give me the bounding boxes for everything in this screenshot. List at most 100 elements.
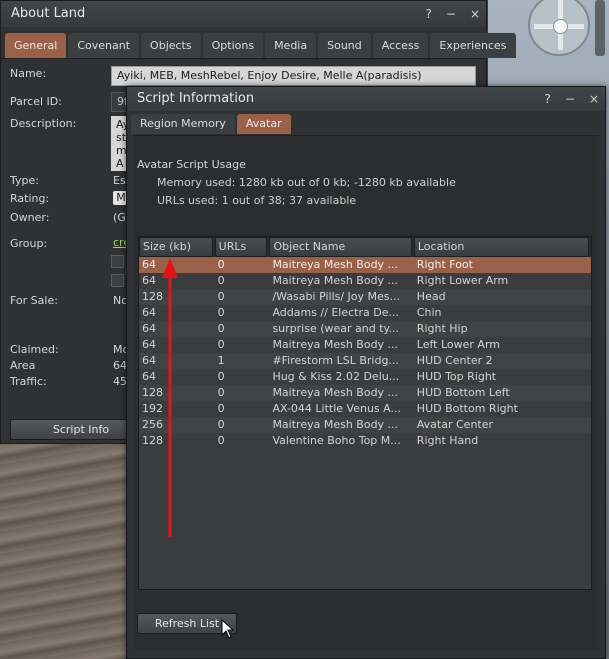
urls-cell: 0: [217, 386, 225, 399]
urls-cell: 0: [217, 306, 225, 319]
location-cell: Head: [416, 290, 446, 303]
name-label: Name:: [10, 67, 47, 80]
traffic-label: Traffic:: [10, 375, 47, 388]
parcel-id-label: Parcel ID:: [10, 95, 62, 108]
parcel-name-field[interactable]: Ayiki, MEB, MeshRebel, Enjoy Desire, Mel…: [111, 66, 476, 86]
object-name-cell: /Wasabi Pills/ Joy Mes...: [272, 290, 401, 303]
column-location-header[interactable]: Location: [413, 237, 590, 257]
minimize-icon[interactable]: −: [446, 1, 456, 27]
object-name-cell: surprise (wear and ty...: [272, 322, 399, 335]
table-row[interactable]: 64 0 Maitreya Mesh Body ... Right Lower …: [139, 273, 591, 289]
table-row[interactable]: 128 0 Maitreya Mesh Body ... HUD Bottom …: [139, 385, 591, 401]
traffic-value: 45: [113, 375, 127, 388]
tab-avatar[interactable]: Avatar: [236, 114, 291, 134]
urls-cell: 1: [217, 354, 225, 367]
object-name-cell: Hug & Kiss 2.02 Delu...: [272, 370, 400, 383]
side-scrollbar[interactable]: [595, 0, 605, 56]
column-object-name-header[interactable]: Object Name: [269, 237, 412, 257]
area-value: 64: [113, 359, 127, 372]
table-row[interactable]: 64 0 Hug & Kiss 2.02 Delu... HUD Top Rig…: [139, 369, 591, 385]
location-cell: Right Hand: [416, 434, 479, 447]
tab-general[interactable]: General: [5, 33, 67, 58]
claimed-label: Claimed:: [10, 343, 59, 356]
about-land-titlebar[interactable]: About Land ? − ×: [1, 1, 486, 27]
group-checkbox[interactable]: [111, 255, 124, 268]
object-name-cell: Maitreya Mesh Body ...: [272, 386, 399, 399]
object-name-cell: Addams // Electra De...: [272, 306, 399, 319]
owner-label: Owner:: [10, 211, 50, 224]
location-cell: Right Foot: [416, 258, 473, 271]
tab-objects[interactable]: Objects: [141, 33, 201, 58]
urls-cell: 0: [217, 418, 225, 431]
location-cell: Right Lower Arm: [416, 274, 509, 287]
group-label: Group:: [10, 237, 48, 250]
tab-sound[interactable]: Sound: [318, 33, 371, 58]
script-list-table[interactable]: Size (kb) URLs Object Name Location 64 0…: [138, 236, 592, 590]
avatar-panel: Avatar Script Usage Memory used: 1280 kb…: [133, 135, 599, 650]
column-urls-header[interactable]: URLs: [214, 237, 268, 257]
script-information-window: Script Information ? − × Region Memory A…: [126, 86, 606, 659]
object-name-cell: Maitreya Mesh Body ...: [272, 258, 399, 271]
about-land-tabs: General Covenant Objects Options Media S…: [1, 27, 516, 59]
annotation-arrow-icon: [162, 258, 178, 537]
for-sale-label: For Sale:: [10, 294, 58, 307]
tab-options[interactable]: Options: [202, 33, 264, 58]
location-cell: Right Hip: [416, 322, 468, 335]
table-row[interactable]: 64 0 Addams // Electra De... Chin: [139, 305, 591, 321]
object-name-cell: Maitreya Mesh Body ...: [272, 418, 399, 431]
column-size-header[interactable]: Size (kb): [139, 237, 213, 257]
about-land-title: About Land: [11, 6, 86, 21]
usage-heading: Avatar Script Usage: [137, 158, 246, 171]
table-header: Size (kb) URLs Object Name Location: [139, 237, 591, 257]
description-label: Description:: [10, 117, 77, 130]
mouse-pointer-icon: [221, 619, 235, 639]
wooden-floor: [0, 420, 140, 659]
memory-used-text: Memory used: 1280 kb out of 0 kb; -1280 …: [157, 176, 456, 189]
location-cell: Avatar Center: [416, 418, 494, 431]
table-row[interactable]: 64 0 surprise (wear and ty... Right Hip: [139, 321, 591, 337]
script-info-titlebar[interactable]: Script Information ? − ×: [127, 87, 605, 111]
script-info-title: Script Information: [137, 91, 255, 106]
table-row[interactable]: 64 0 Maitreya Mesh Body ... Right Foot: [139, 257, 591, 273]
location-cell: HUD Top Right: [416, 370, 497, 383]
minimize-icon[interactable]: −: [565, 87, 575, 111]
type-label: Type:: [10, 174, 39, 187]
urls-cell: 0: [217, 258, 225, 271]
location-cell: Chin: [416, 306, 442, 319]
group-checkbox[interactable]: [111, 274, 124, 287]
close-icon[interactable]: ×: [589, 87, 599, 111]
table-row[interactable]: 64 1 #Firestorm LSL Bridg... HUD Center …: [139, 353, 591, 369]
table-row[interactable]: 256 0 Maitreya Mesh Body ... Avatar Cent…: [139, 417, 591, 433]
tab-covenant[interactable]: Covenant: [68, 33, 140, 58]
tab-region-memory[interactable]: Region Memory: [131, 114, 235, 134]
object-name-cell: Maitreya Mesh Body ...: [272, 338, 399, 351]
table-row[interactable]: 128 0 /Wasabi Pills/ Joy Mes... Head: [139, 289, 591, 305]
urls-used-text: URLs used: 1 out of 38; 37 available: [157, 194, 357, 207]
table-row[interactable]: 128 0 Valentine Boho Top M... Right Hand: [139, 433, 591, 449]
help-icon[interactable]: ?: [426, 1, 432, 27]
tab-media[interactable]: Media: [265, 33, 317, 58]
object-name-cell: Valentine Boho Top M...: [272, 434, 401, 447]
table-row[interactable]: 64 0 Maitreya Mesh Body ... Left Lower A…: [139, 337, 591, 353]
tab-experiences[interactable]: Experiences: [430, 33, 516, 58]
urls-cell: 0: [217, 338, 225, 351]
urls-cell: 0: [217, 434, 225, 447]
area-label: Area: [10, 359, 36, 372]
location-cell: Left Lower Arm: [416, 338, 501, 351]
urls-cell: 0: [217, 274, 225, 287]
table-row[interactable]: 192 0 AX-044 Little Venus A... HUD Botto…: [139, 401, 591, 417]
urls-cell: 0: [217, 370, 225, 383]
script-info-tabs: Region Memory Avatar: [127, 111, 605, 134]
object-name-cell: #Firestorm LSL Bridg...: [272, 354, 399, 367]
tab-access[interactable]: Access: [372, 33, 429, 58]
location-cell: HUD Bottom Right: [416, 402, 518, 415]
object-name-cell: Maitreya Mesh Body ...: [272, 274, 399, 287]
rating-label: Rating:: [10, 192, 50, 205]
close-icon[interactable]: ×: [470, 1, 480, 27]
object-name-cell: AX-044 Little Venus A...: [272, 402, 401, 415]
urls-cell: 0: [217, 322, 225, 335]
help-icon[interactable]: ?: [545, 87, 551, 111]
table-body: 64 0 Maitreya Mesh Body ... Right Foot 6…: [139, 257, 591, 449]
location-cell: HUD Center 2: [416, 354, 493, 367]
location-cell: HUD Bottom Left: [416, 386, 510, 399]
